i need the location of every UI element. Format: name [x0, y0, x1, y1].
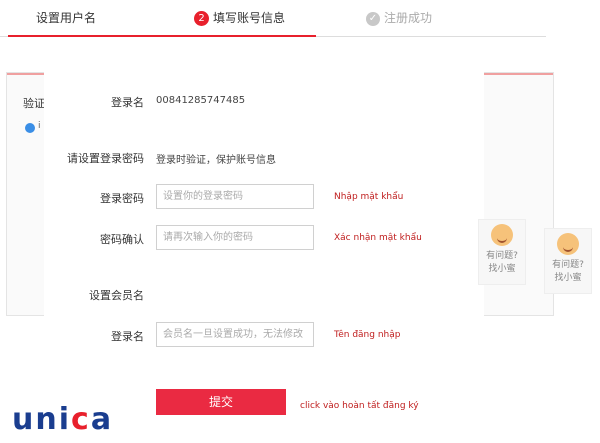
member-section-label: 设置会员名 — [89, 289, 144, 302]
background-info-text: i — [38, 121, 41, 131]
unica-logo: unica — [12, 402, 113, 437]
step-1-label: 设置用户名 — [36, 11, 97, 25]
login-name-value: 00841285747485 — [156, 95, 246, 106]
logo-part-3: c — [71, 402, 91, 437]
confirm-password-input[interactable]: 请再次输入你的密码 — [156, 225, 314, 250]
member-name-hint: Tên đăng nhập — [334, 330, 401, 340]
step-2-label: 填写账号信息 — [213, 11, 286, 25]
submit-button[interactable]: 提交 — [156, 389, 286, 415]
help-widget-2-line2: 找小蜜 — [554, 273, 582, 283]
help-widget-1[interactable]: 有问题? 找小蜜 — [478, 219, 526, 285]
password-section-desc: 登录时验证，保护账号信息 — [156, 155, 276, 166]
submit-hint: click vào hoàn tất đăng ký — [300, 401, 419, 411]
member-name-label: 登录名 — [111, 330, 144, 343]
login-name-label: 登录名 — [111, 96, 144, 109]
help-widget-2-line1: 有问题? — [552, 260, 584, 270]
password-input[interactable]: 设置你的登录密码 — [156, 184, 314, 209]
help-widget-1-line1: 有问题? — [486, 251, 518, 261]
background-panel-title: 验证 — [23, 97, 45, 110]
form-panel — [44, 62, 484, 443]
check-icon: ✓ — [366, 11, 380, 26]
step-3-label: 注册成功 — [384, 11, 433, 25]
step-bar-progress — [8, 35, 316, 37]
step-2-number: 2 — [194, 11, 209, 26]
confirm-password-label: 密码确认 — [100, 233, 144, 246]
mascot-icon — [557, 233, 579, 255]
info-icon — [25, 123, 35, 133]
logo-part-1: un — [12, 402, 59, 437]
password-hint: Nhập mật khẩu — [334, 192, 404, 202]
mascot-icon — [491, 224, 513, 246]
logo-part-2: i — [58, 402, 72, 437]
step-3: ✓ 注册成功 — [366, 9, 432, 26]
password-label: 登录密码 — [100, 192, 144, 205]
step-1: 设置用户名 — [36, 9, 96, 26]
help-widget-2[interactable]: 有问题? 找小蜜 — [544, 228, 592, 294]
help-widget-1-line2: 找小蜜 — [488, 264, 516, 274]
member-name-input[interactable]: 会员名一旦设置成功，无法修改 — [156, 322, 314, 347]
password-section-label: 请设置登录密码 — [67, 152, 144, 165]
logo-part-4: a — [90, 402, 114, 437]
confirm-password-hint: Xác nhận mật khẩu — [334, 233, 422, 243]
step-2: 2 填写账号信息 — [194, 9, 285, 26]
